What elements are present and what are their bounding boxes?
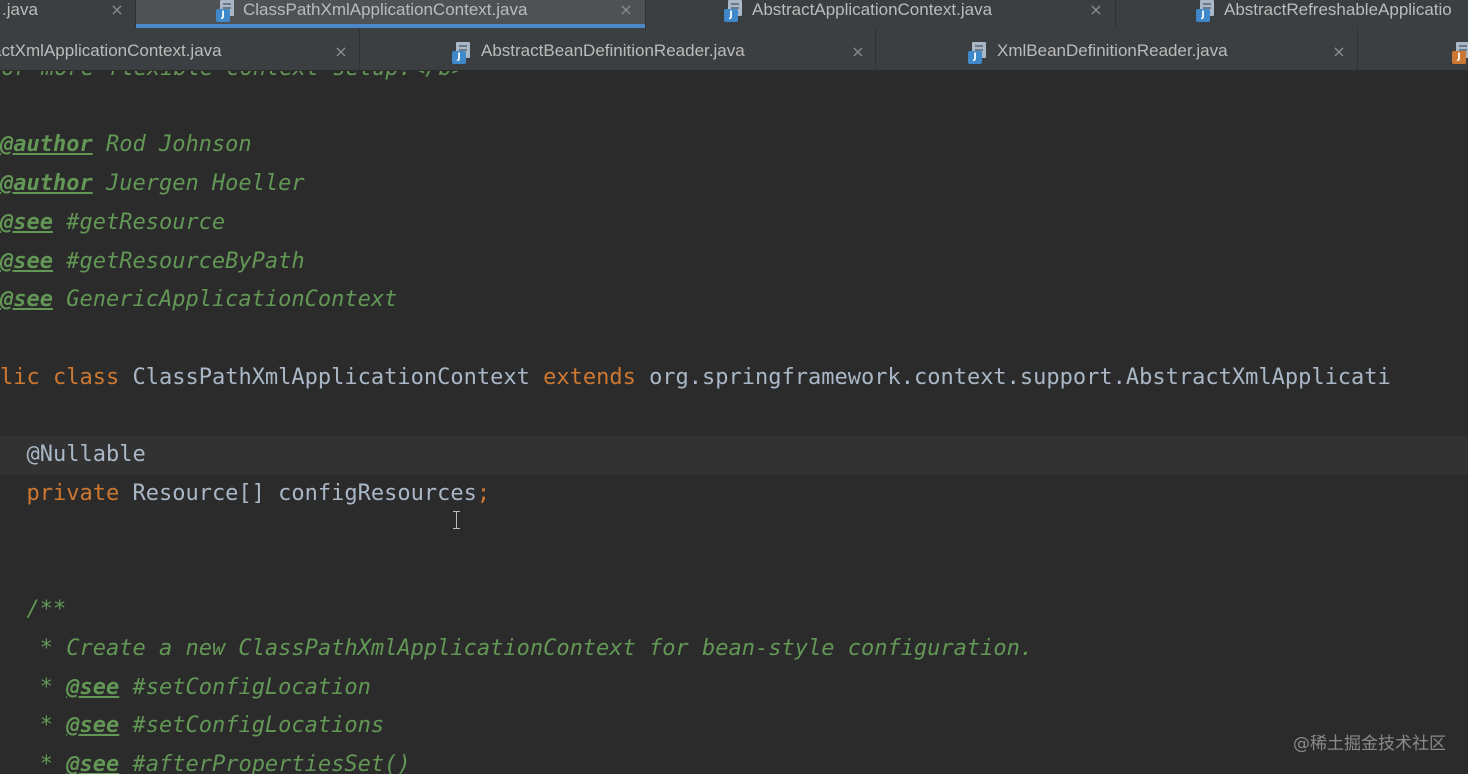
java-file-icon: J (216, 0, 236, 22)
java-file-icon: J (968, 42, 988, 64)
doc-star: * (39, 636, 53, 661)
close-icon[interactable]: × (334, 44, 348, 60)
code-line: * @see #afterPropertiesSet() (0, 746, 1468, 774)
code-line: @see #getResource (0, 204, 1468, 242)
keyword: extends (543, 365, 636, 390)
code-line: @author Juergen Hoeller (0, 165, 1468, 203)
field-declaration-line: private Resource[] configResources; (0, 475, 1468, 513)
code-line: for more flexible context setup.</b> (0, 71, 1456, 88)
mouse-ibeam-cursor (452, 511, 462, 529)
keyword: private (26, 481, 120, 506)
tab-label: .java (2, 0, 38, 19)
class-declaration-line: lic class ClassPathXmlApplicationContext… (0, 359, 1468, 397)
javadoc-tag: @see (0, 210, 53, 235)
code-line: /** (0, 591, 1468, 629)
tab-java[interactable]: J .java × (0, 0, 136, 28)
doc-comment-text: GenericApplicationContext (66, 287, 398, 312)
doc-star: * (39, 752, 53, 774)
code-line-current: @Nullable (0, 436, 1468, 474)
keyword: class (53, 365, 120, 390)
doc-comment-text: #setConfigLocation (132, 675, 371, 700)
javadoc-tag: @author (0, 132, 93, 157)
doc-comment-text: Create a new ClassPathXmlApplicationCont… (66, 636, 1034, 661)
tab-abstractxmlapplicationcontext[interactable]: actXmlApplicationContext.java × (0, 28, 360, 70)
close-icon[interactable]: × (851, 44, 865, 60)
tab-label: ClassPathXmlApplicationContext.java (243, 0, 528, 19)
keyword: lic (0, 365, 40, 390)
javadoc-tag: @see (0, 287, 53, 312)
javadoc-tag: @see (66, 713, 120, 738)
tab-label: actXmlApplicationContext.java (0, 41, 222, 60)
doc-comment-text: Rod Johnson (105, 132, 252, 157)
superclass-name: org.springframework.context.support.Abst… (649, 365, 1391, 390)
code-line: @author Rod Johnson (0, 126, 1468, 164)
java-file-icon: J (1452, 42, 1468, 64)
tab-label: XmlBeanDefinitionReader.java (997, 41, 1228, 60)
doc-comment-text: Juergen Hoeller (105, 171, 305, 196)
javadoc-tag: @see (66, 752, 120, 774)
doc-comment-text: #afterPropertiesSet() (132, 752, 411, 774)
watermark: @稀土掘金技术社区 (1293, 734, 1446, 754)
close-icon[interactable]: × (1089, 2, 1103, 18)
editor-tab-bar-row-2: actXmlApplicationContext.java × J Abstra… (0, 28, 1468, 71)
annotation: @Nullable (26, 442, 146, 467)
doc-star: * (39, 713, 53, 738)
field-type: Resource[] (132, 481, 265, 506)
javadoc-tag: @see (66, 675, 120, 700)
javadoc-tag: @see (0, 249, 53, 274)
java-file-icon: J (724, 0, 744, 22)
close-icon[interactable]: × (110, 2, 124, 18)
close-icon[interactable]: × (1332, 44, 1346, 60)
code-line: * Create a new ClassPathXmlApplicationCo… (0, 630, 1468, 668)
tab-label: AbstractBeanDefinitionReader.java (481, 41, 745, 60)
doc-comment-text: #getResource (66, 210, 226, 235)
tab-label: AbstractApplicationContext.java (752, 0, 993, 19)
doc-comment-text: for more flexible context setup.</b> (0, 71, 465, 81)
semicolon: ; (476, 481, 491, 506)
tab-partially-visible[interactable]: J (1358, 28, 1468, 70)
code-editor[interactable]: for more flexible context setup.</b> @au… (0, 71, 1468, 774)
tab-abstractapplicationcontext[interactable]: J AbstractApplicationContext.java × (646, 0, 1116, 28)
editor-tab-bar-row-1: J .java × J ClassPathXmlApplicationConte… (0, 0, 1468, 29)
tab-xmlbeandefinitionreader[interactable]: J XmlBeanDefinitionReader.java × (876, 28, 1358, 70)
class-name: ClassPathXmlApplicationContext (132, 365, 530, 390)
tab-abstractrefreshableapplicationcontext[interactable]: J AbstractRefreshableApplicatio (1116, 0, 1468, 28)
tab-label: AbstractRefreshableApplicatio (1224, 0, 1452, 19)
doc-comment-text: #getResourceByPath (66, 249, 305, 274)
ide-window: J .java × J ClassPathXmlApplicationConte… (0, 0, 1468, 774)
javadoc-tag: @author (0, 171, 93, 196)
tab-classpathxmlapplicationcontext[interactable]: J ClassPathXmlApplicationContext.java × (136, 0, 646, 28)
code-line: @see GenericApplicationContext (0, 281, 1468, 319)
doc-comment-open: /** (26, 597, 67, 622)
java-file-icon: J (1196, 0, 1216, 22)
java-file-icon: J (452, 42, 472, 64)
code-line: * @see #setConfigLocation (0, 669, 1468, 707)
field-name: configResources (278, 481, 477, 506)
close-icon[interactable]: × (619, 2, 633, 18)
tab-abstractbeandefinitionreader[interactable]: J AbstractBeanDefinitionReader.java × (360, 28, 876, 70)
doc-comment-text: #setConfigLocations (132, 713, 385, 738)
doc-star: * (39, 675, 53, 700)
code-line: * @see #setConfigLocations (0, 707, 1468, 745)
code-line: @see #getResourceByPath (0, 243, 1468, 281)
